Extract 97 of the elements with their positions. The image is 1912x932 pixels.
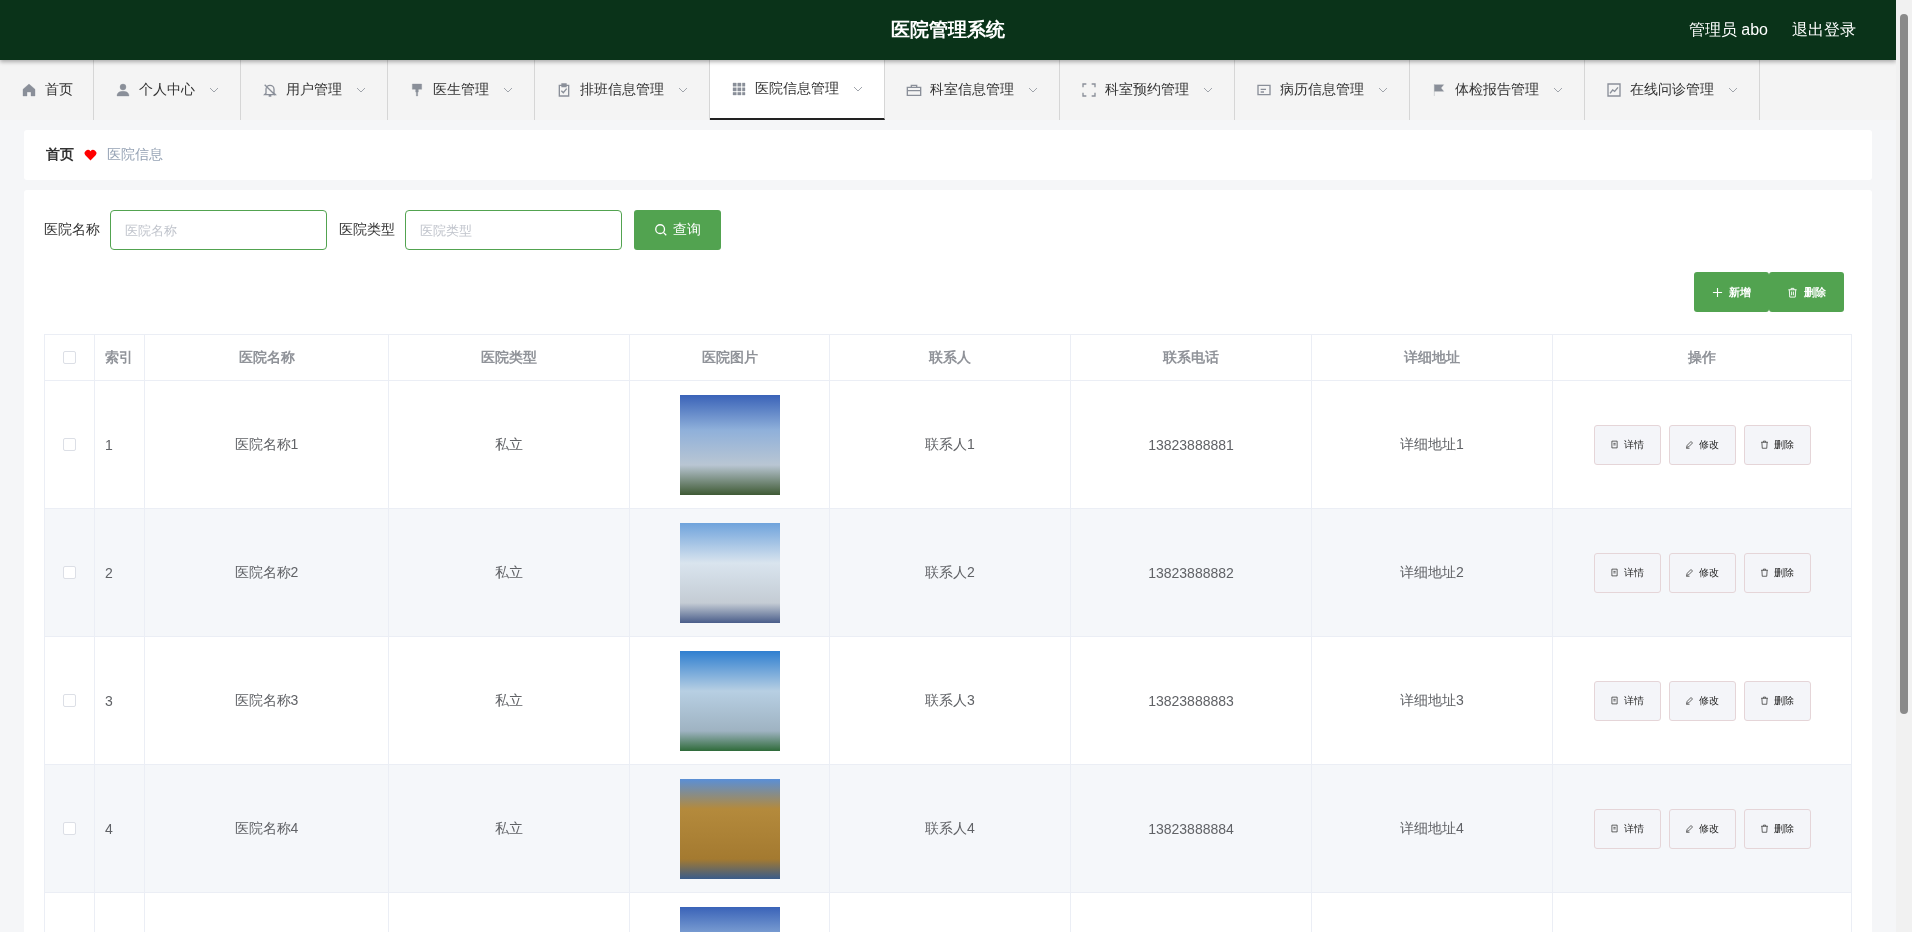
delete-button[interactable]: 删除 — [1743, 552, 1811, 593]
edit-button[interactable]: 修改 — [1668, 552, 1736, 593]
trash-icon — [1787, 286, 1798, 298]
delete-button[interactable]: 删除 — [1743, 808, 1811, 849]
details-button[interactable]: 详情 — [1593, 552, 1661, 593]
nav-tab[interactable]: 个人中心 — [94, 60, 241, 120]
home-icon — [21, 82, 37, 98]
clipboard-icon — [556, 82, 572, 98]
details-button[interactable]: 详情 — [1593, 424, 1661, 465]
column-header: 操作 — [1687, 347, 1717, 367]
column-header: 索引 — [95, 335, 145, 380]
frame-icon — [1081, 82, 1097, 98]
briefcase-icon — [906, 82, 922, 98]
table-cell: 医院名称3 — [145, 637, 389, 764]
field-label: 医院名称 — [44, 221, 100, 239]
field-label: 医院类型 — [339, 221, 395, 239]
row-checkbox[interactable] — [63, 822, 76, 835]
details-button[interactable]: 详情 — [1593, 680, 1661, 721]
plus-icon — [1712, 286, 1723, 298]
nav-tab[interactable]: 医生管理 — [388, 60, 535, 120]
trash-icon — [1760, 824, 1769, 833]
delete-button[interactable]: 删除 — [1743, 680, 1811, 721]
document-icon — [1610, 696, 1619, 705]
flag-icon — [1431, 82, 1447, 98]
nav-tab[interactable]: 科室信息管理 — [885, 60, 1060, 120]
search-icon — [654, 223, 668, 237]
table-cell: 详细地址2 — [1312, 509, 1553, 636]
pencil-icon — [1685, 696, 1694, 705]
edit-button[interactable]: 修改 — [1668, 680, 1736, 721]
nav-tab[interactable]: 体检报告管理 — [1410, 60, 1585, 120]
row-checkbox[interactable] — [63, 566, 76, 579]
pencil-icon — [1685, 568, 1694, 577]
scrollbar[interactable] — [1896, 0, 1912, 932]
nav-tab[interactable]: 医院信息管理 — [710, 60, 885, 120]
table-cell: 3 — [95, 637, 145, 764]
table-cell: 详细地址3 — [1312, 637, 1553, 764]
brush-icon — [409, 82, 425, 98]
column-header: 医院图片 — [630, 335, 830, 380]
nav-tab[interactable]: 病历信息管理 — [1235, 60, 1410, 120]
delete-button[interactable]: 删除 — [1743, 424, 1811, 465]
table-cell: 私立 — [389, 765, 630, 892]
breadcrumb-home-link[interactable]: 首页 — [46, 146, 74, 164]
search-field[interactable]: 医院名称 — [110, 210, 327, 250]
select-all-checkbox[interactable] — [63, 351, 76, 364]
row-checkbox[interactable] — [63, 694, 76, 707]
table-cell: 4 — [95, 765, 145, 892]
nav-tab[interactable]: 用户管理 — [241, 60, 388, 120]
table-cell: 联系人1 — [830, 381, 1071, 508]
chart-icon — [1606, 82, 1622, 98]
nav-tab[interactable]: 科室预约管理 — [1060, 60, 1235, 120]
pencil-icon — [1685, 824, 1694, 833]
table-cell: 详细地址4 — [1312, 765, 1553, 892]
person-icon — [115, 82, 131, 98]
card-icon — [1256, 82, 1272, 98]
table-cell: 1 — [95, 381, 145, 508]
column-header: 医院类型 — [389, 335, 630, 380]
search-field[interactable]: 医院类型 — [405, 210, 622, 250]
table-cell: 私立 — [389, 509, 630, 636]
app-title: 医院管理系统 — [891, 18, 1005, 42]
trash-icon — [1760, 696, 1769, 705]
document-icon — [1610, 568, 1619, 577]
scrollbar-thumb[interactable] — [1900, 14, 1908, 714]
column-header: 联系人 — [830, 335, 1071, 380]
table-cell: 13823888882 — [1071, 509, 1312, 636]
grid-icon — [731, 81, 747, 97]
table-cell: 私立 — [389, 637, 630, 764]
edit-button[interactable]: 修改 — [1668, 424, 1736, 465]
logout-link[interactable]: 退出登录 — [1792, 19, 1856, 41]
table-cell: 联系人3 — [830, 637, 1071, 764]
table-cell: 医院名称2 — [145, 509, 389, 636]
trash-icon — [1760, 440, 1769, 449]
document-icon — [1610, 440, 1619, 449]
table-cell: 13823888884 — [1071, 765, 1312, 892]
details-button[interactable]: 详情 — [1593, 808, 1661, 849]
table-cell: 13823888883 — [1071, 637, 1312, 764]
column-header: 联系电话 — [1071, 335, 1312, 380]
table-cell: 私立 — [389, 381, 630, 508]
admin-user-label: 管理员 abo — [1688, 19, 1768, 40]
breadcrumb-current: 医院信息 — [107, 146, 163, 164]
bell-icon — [262, 82, 278, 98]
nav-tab[interactable]: 在线问诊管理 — [1585, 60, 1760, 120]
column-header: 详细地址 — [1312, 335, 1553, 380]
trash-icon — [1760, 568, 1769, 577]
table-cell: 联系人2 — [830, 509, 1071, 636]
heart-icon — [84, 149, 97, 161]
table-cell: 详细地址1 — [1312, 381, 1553, 508]
table-cell: 医院名称4 — [145, 765, 389, 892]
edit-button[interactable]: 修改 — [1668, 808, 1736, 849]
row-checkbox[interactable] — [63, 438, 76, 451]
table-cell: 13823888881 — [1071, 381, 1312, 508]
column-header: 医院名称 — [145, 335, 389, 380]
table-cell: 2 — [95, 509, 145, 636]
table-cell: 医院名称1 — [145, 381, 389, 508]
document-icon — [1610, 824, 1619, 833]
table-cell: 联系人4 — [830, 765, 1071, 892]
nav-tab[interactable]: 首页 — [0, 60, 94, 120]
pencil-icon — [1685, 440, 1694, 449]
